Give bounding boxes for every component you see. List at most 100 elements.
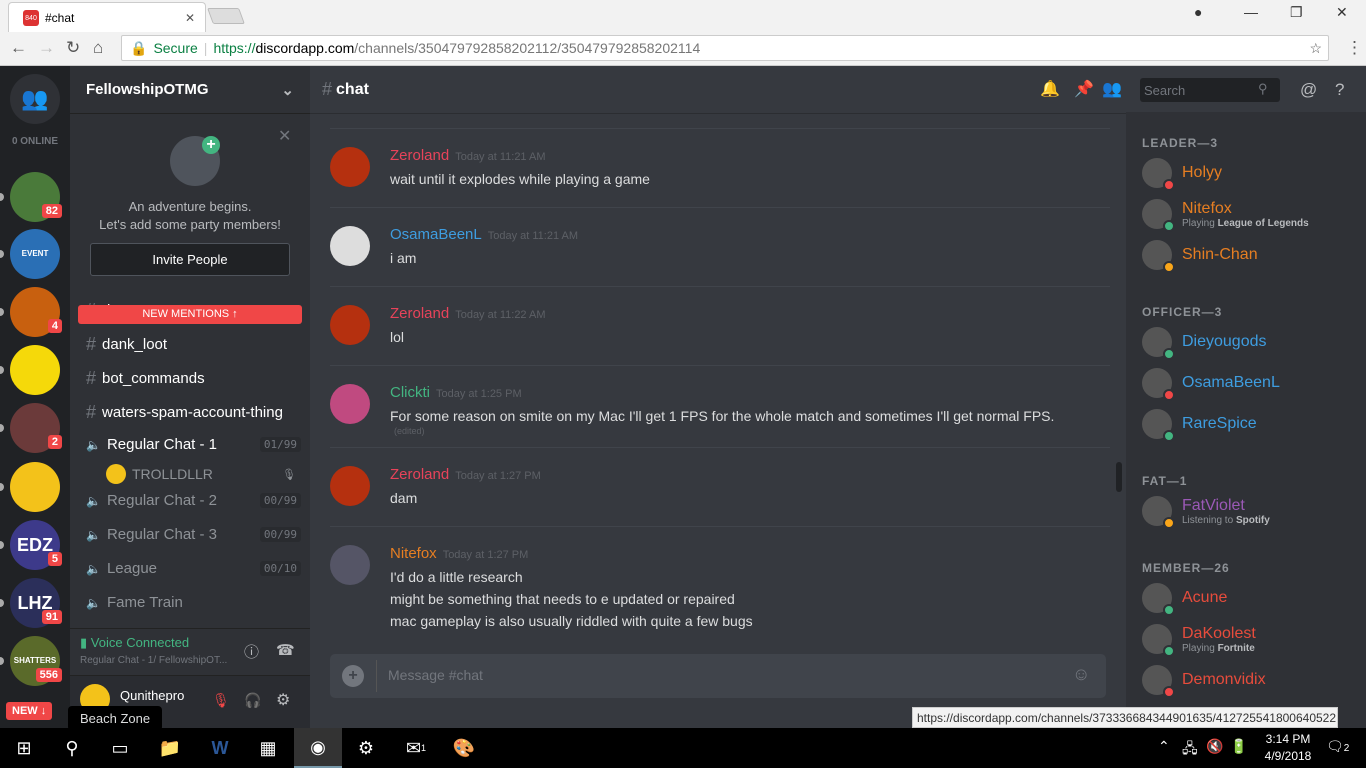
invite-people-button[interactable]: Invite People	[90, 243, 290, 276]
channel-regular-chat-3[interactable]: 🔈 Regular Chat - 3 00/99	[86, 526, 301, 543]
server-list: 👥 0 ONLINE 82EVENT GRINDERS42EDZ5LHZ91SH…	[0, 66, 70, 728]
info-icon[interactable]: ⓘ	[244, 641, 259, 662]
bell-icon[interactable]: 🔔	[1040, 79, 1060, 99]
server-icon[interactable]: EVENT GRINDERS	[10, 229, 60, 308]
new-unreads-button[interactable]: NEW ↓	[6, 702, 53, 720]
headphones-icon[interactable]: 🎧	[244, 692, 261, 709]
date: 4/9/2018	[1264, 749, 1312, 763]
close-window-button[interactable]: ✕	[1336, 4, 1348, 21]
status-indicator	[1163, 686, 1175, 698]
browser-tab[interactable]: 840 #chat ✕	[8, 2, 206, 32]
paint-icon[interactable]: 🎨	[440, 728, 488, 768]
close-icon[interactable]: ✕	[278, 126, 291, 146]
server-header[interactable]: FellowshipOTMG ⌄	[70, 66, 310, 114]
close-tab-icon[interactable]: ✕	[185, 11, 195, 25]
avatar[interactable]	[330, 466, 370, 506]
avatar[interactable]	[330, 226, 370, 266]
member-demonvidix[interactable]: Demonvidix	[1142, 665, 1266, 698]
emoji-icon[interactable]: ☺	[1072, 664, 1090, 685]
server-icon[interactable]	[10, 462, 60, 512]
show-hidden-icons[interactable]: ⌃	[1158, 738, 1170, 755]
bookmark-star-icon[interactable]: ☆	[1309, 40, 1322, 57]
windows-start-icon[interactable]: ⊞	[0, 728, 48, 768]
status-indicator	[1163, 179, 1175, 191]
member-osamabeenl[interactable]: OsamaBeenL	[1142, 368, 1280, 401]
new-mentions-bar[interactable]: NEW MENTIONS ↑	[78, 305, 302, 324]
file-explorer-icon[interactable]: 📁	[146, 728, 194, 768]
notifications-icon[interactable]: 🗨2	[1326, 738, 1349, 755]
member-nitefox[interactable]: Nitefox Playing League of Legends	[1142, 199, 1309, 232]
minimize-button[interactable]: —	[1244, 4, 1258, 20]
member-rarespice[interactable]: RareSpice	[1142, 409, 1257, 442]
chrome-icon[interactable]: ◉	[294, 728, 342, 768]
author-name[interactable]: Zeroland	[390, 147, 449, 164]
settings-icon[interactable]: ⚙	[342, 728, 390, 768]
avatar[interactable]	[330, 545, 370, 585]
invite-line-1: An adventure begins.	[128, 199, 252, 214]
friends-icon[interactable]: 👥	[10, 74, 60, 124]
member-dieyougods[interactable]: Dieyougods	[1142, 327, 1267, 360]
maximize-button[interactable]: ❐	[1290, 4, 1303, 21]
avatar[interactable]	[330, 147, 370, 187]
author-name[interactable]: Nitefox	[390, 545, 437, 562]
mail-icon[interactable]: ✉ 1	[392, 728, 440, 768]
back-icon[interactable]: ←	[10, 38, 27, 58]
reload-icon[interactable]: ↻	[66, 38, 80, 58]
calculator-icon[interactable]: ▦	[244, 728, 292, 768]
chevron-down-icon[interactable]: ⌄	[281, 81, 294, 99]
avatar[interactable]	[330, 305, 370, 345]
new-tab-button[interactable]	[207, 8, 245, 24]
channel-fame-train[interactable]: 🔈 Fame Train	[86, 594, 301, 611]
avatar	[1142, 368, 1175, 401]
mentions-icon[interactable]: @	[1300, 80, 1317, 100]
member-fatviolet[interactable]: FatViolet Listening to Spotify	[1142, 496, 1270, 529]
battery-icon[interactable]: 🔋	[1230, 738, 1247, 755]
channel-waters-spam-account-thing[interactable]: # waters-spam-account-thing	[86, 402, 301, 423]
speaker-icon: 🔈	[86, 527, 101, 542]
profile-icon[interactable]: ●	[1194, 4, 1202, 20]
clock[interactable]: 3:14 PM 4/9/2018	[1258, 731, 1318, 765]
network-icon[interactable]: 🖧	[1182, 738, 1198, 762]
channel-dank-loot[interactable]: # dank_loot	[86, 334, 301, 355]
voice-connected-label: Voice Connected	[90, 635, 190, 650]
channel-regular-chat-1[interactable]: 🔈 Regular Chat - 1 01/99	[86, 436, 301, 453]
member-dakoolest[interactable]: DaKoolest Playing Fortnite	[1142, 624, 1256, 657]
channel-bot-commands[interactable]: # bot_commands	[86, 368, 301, 389]
voice-user[interactable]: TROLLDLLR 🎙	[106, 464, 296, 484]
member-name: DaKoolest	[1182, 624, 1256, 642]
search-placeholder: Search	[1144, 83, 1186, 98]
author-name[interactable]: OsamaBeenL	[390, 226, 482, 243]
gear-icon[interactable]: ⚙	[276, 690, 290, 710]
avatar[interactable]	[330, 384, 370, 424]
disconnect-icon[interactable]: ☎	[276, 641, 295, 659]
scrollbar[interactable]	[1116, 462, 1122, 492]
home-icon[interactable]: ⌂	[93, 38, 103, 58]
upload-plus-icon[interactable]: +	[342, 665, 364, 687]
url-input[interactable]: 🔒 Secure | https://discordapp.com/channe…	[121, 35, 1329, 61]
author-name[interactable]: Zeroland	[390, 305, 449, 322]
pin-icon[interactable]: 📌	[1074, 79, 1094, 99]
channel-regular-chat-2[interactable]: 🔈 Regular Chat - 2 00/99	[86, 492, 301, 509]
member-acune[interactable]: Acune	[1142, 583, 1227, 616]
mute-microphone-icon[interactable]: 🎙	[212, 692, 230, 709]
search-input[interactable]: Search ⚲	[1140, 78, 1280, 102]
search-icon[interactable]: ⚲	[48, 728, 96, 768]
forward-icon[interactable]: →	[38, 38, 55, 58]
message-text: might be something that needs to e updat…	[390, 591, 735, 607]
members-icon[interactable]: 👥	[1102, 79, 1122, 99]
task-view-icon[interactable]: ▭	[96, 728, 144, 768]
author-name[interactable]: Clickti	[390, 384, 430, 401]
message-input[interactable]: + Message #chat ☺	[330, 654, 1106, 698]
volume-muted-icon[interactable]: 🔇	[1206, 738, 1223, 755]
word-icon[interactable]: W	[196, 728, 244, 768]
menu-icon[interactable]: ⋮	[1346, 38, 1363, 58]
member-holyy[interactable]: Holyy	[1142, 158, 1222, 191]
timestamp: Today at 11:21 AM	[455, 151, 546, 163]
author-name[interactable]: Zeroland	[390, 466, 449, 483]
server-icon[interactable]	[10, 345, 60, 395]
help-icon[interactable]: ?	[1335, 80, 1344, 100]
channel-league[interactable]: 🔈 League 00/10	[86, 560, 301, 577]
member-shin-chan[interactable]: Shin-Chan	[1142, 240, 1258, 273]
member-name: Shin-Chan	[1182, 246, 1258, 263]
plus-icon: +	[202, 136, 220, 154]
